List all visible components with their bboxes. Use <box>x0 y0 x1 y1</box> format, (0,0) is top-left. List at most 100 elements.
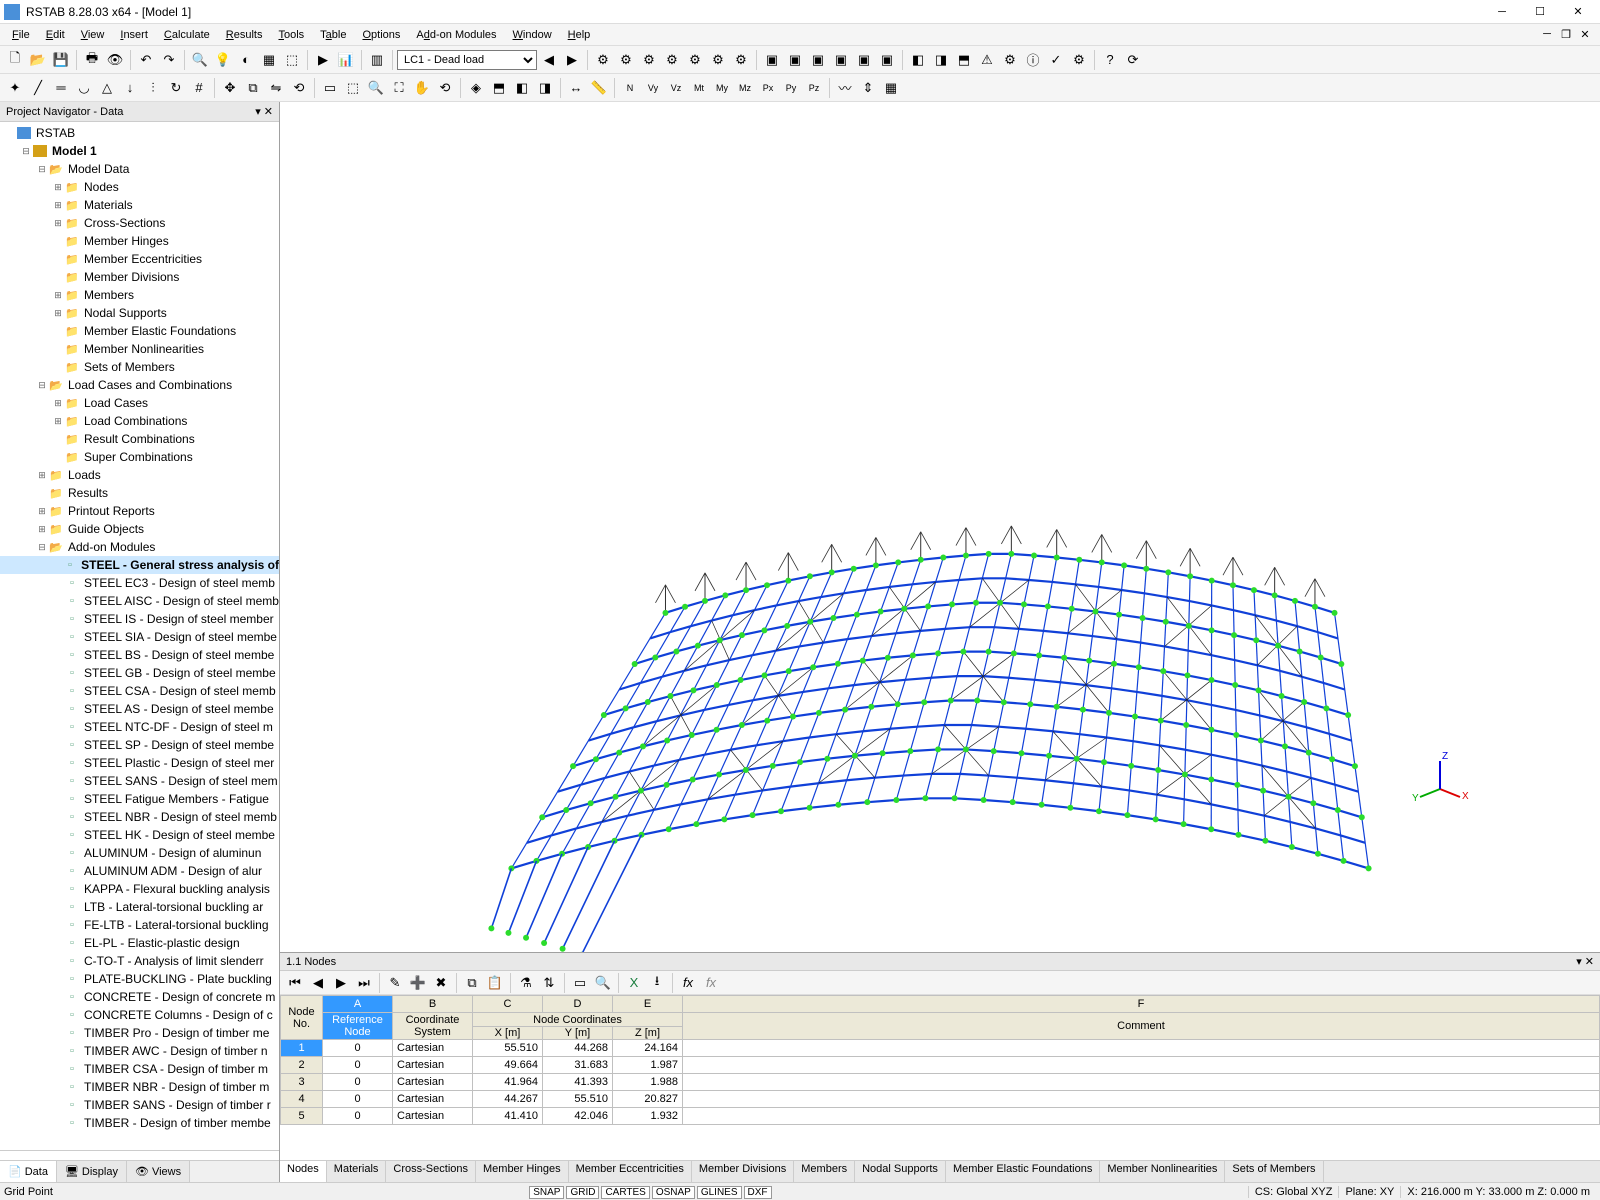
tool-a-icon[interactable]: ⚙ <box>592 49 614 71</box>
tree-addon-27[interactable]: ▫TIMBER AWC - Design of timber n <box>0 1042 279 1060</box>
deform-icon[interactable]: 〰 <box>834 77 856 99</box>
tree-lc-0[interactable]: ⊞📁Load Cases <box>0 394 279 412</box>
table-tab-nodal-supports[interactable]: Nodal Supports <box>855 1161 946 1182</box>
tree-lc-1[interactable]: ⊞📁Load Combinations <box>0 412 279 430</box>
table-tab-sets-of-members[interactable]: Sets of Members <box>1225 1161 1323 1182</box>
menu-table[interactable]: Table <box>312 27 354 43</box>
mirror-icon[interactable]: ⇋ <box>265 77 287 99</box>
module-a-icon[interactable]: ▣ <box>761 49 783 71</box>
tree-addon-28[interactable]: ▫TIMBER CSA - Design of timber m <box>0 1060 279 1078</box>
view-a-icon[interactable]: ◧ <box>907 49 929 71</box>
info-icon[interactable]: ⓘ <box>1022 49 1044 71</box>
table-paste-icon[interactable]: 📋 <box>484 972 506 994</box>
draw-moment-icon[interactable]: ↻ <box>165 77 187 99</box>
close-button[interactable]: ✕ <box>1560 2 1596 22</box>
table-nav-last-icon[interactable]: ⏭ <box>353 972 375 994</box>
print-preview-icon[interactable]: 👁 <box>104 49 126 71</box>
chart-icon[interactable]: 📊 <box>335 49 357 71</box>
navigator-close-icon[interactable]: ✕ <box>264 105 273 118</box>
tree-addon-9[interactable]: ▫STEEL NTC-DF - Design of steel m <box>0 718 279 736</box>
tool-b-icon[interactable]: ⚙ <box>615 49 637 71</box>
side-view-icon[interactable]: ◨ <box>534 77 556 99</box>
tree-addon-6[interactable]: ▫STEEL GB - Design of steel membe <box>0 664 279 682</box>
zoom-icon[interactable]: 🔍 <box>189 49 211 71</box>
dim-icon[interactable]: ↔ <box>565 77 587 99</box>
tree-addon-30[interactable]: ▫TIMBER SANS - Design of timber r <box>0 1096 279 1114</box>
measure-icon[interactable]: 📏 <box>588 77 610 99</box>
shade-icon[interactable]: ◐ <box>235 49 257 71</box>
tree-md-3[interactable]: 📁Member Hinges <box>0 232 279 250</box>
view-c-icon[interactable]: ⬒ <box>953 49 975 71</box>
calculate-icon[interactable]: ▶ <box>312 49 334 71</box>
draw-line-icon[interactable]: ╱ <box>27 77 49 99</box>
menu-addon-modules[interactable]: Add-on Modules <box>408 27 504 43</box>
nodes-table[interactable]: NodeNo. A B C D E F ReferenceNode Coordi… <box>280 995 1600 1125</box>
print-icon[interactable]: 🖶 <box>81 49 103 71</box>
tree-addon-25[interactable]: ▫CONCRETE Columns - Design of c <box>0 1006 279 1024</box>
copy-icon[interactable]: ⧉ <box>242 77 264 99</box>
table-row[interactable]: 10Cartesian55.51044.26824.164 <box>281 1040 1600 1057</box>
result-n-icon[interactable]: N <box>619 77 641 99</box>
tree-md-2[interactable]: ⊞📁Cross-Sections <box>0 214 279 232</box>
redo-icon[interactable]: ↷ <box>158 49 180 71</box>
navigator-tab-data[interactable]: 📄 Data <box>0 1161 57 1182</box>
new-file-icon[interactable]: 🗋 <box>4 49 26 71</box>
module-f-icon[interactable]: ▣ <box>876 49 898 71</box>
settings-icon[interactable]: ⚙ <box>1068 49 1090 71</box>
table-tab-cross-sections[interactable]: Cross-Sections <box>386 1161 476 1182</box>
tool-d-icon[interactable]: ⚙ <box>661 49 683 71</box>
table-excel-icon[interactable]: X <box>623 972 645 994</box>
tree-addon-5[interactable]: ▫STEEL BS - Design of steel membe <box>0 646 279 664</box>
table-tab-member-elastic-foundations[interactable]: Member Elastic Foundations <box>946 1161 1100 1182</box>
table-fx-icon[interactable]: fx <box>677 972 699 994</box>
tree-md-8[interactable]: 📁Member Elastic Foundations <box>0 322 279 340</box>
tree-addon-17[interactable]: ▫ALUMINUM ADM - Design of alur <box>0 862 279 880</box>
front-view-icon[interactable]: ◧ <box>511 77 533 99</box>
select-all-icon[interactable]: ⬚ <box>342 77 364 99</box>
tree-md-10[interactable]: 📁Sets of Members <box>0 358 279 376</box>
load-case-combo[interactable]: LC1 - Dead load <box>397 50 537 70</box>
move-icon[interactable]: ✥ <box>219 77 241 99</box>
tree-addon-19[interactable]: ▫LTB - Lateral-torsional buckling ar <box>0 898 279 916</box>
tree-addons[interactable]: ⊟📂Add-on Modules <box>0 538 279 556</box>
tool-c-icon[interactable]: ⚙ <box>638 49 660 71</box>
top-view-icon[interactable]: ⬒ <box>488 77 510 99</box>
tree-addon-13[interactable]: ▫STEEL Fatigue Members - Fatigue <box>0 790 279 808</box>
draw-arc-icon[interactable]: ◡ <box>73 77 95 99</box>
tree-addon-24[interactable]: ▫CONCRETE - Design of concrete m <box>0 988 279 1006</box>
menu-window[interactable]: Window <box>505 27 560 43</box>
navigator-tab-display[interactable]: 🖥 Display <box>57 1161 127 1182</box>
tree-addon-4[interactable]: ▫STEEL SIA - Design of steel membe <box>0 628 279 646</box>
result-mt-icon[interactable]: Mt <box>688 77 710 99</box>
zoom-fit-icon[interactable]: ⛶ <box>388 77 410 99</box>
tree-addon-22[interactable]: ▫C-TO-T - Analysis of limit slenderr <box>0 952 279 970</box>
navigator-tree[interactable]: RSTAB⊟Model 1⊟📂Model Data⊞📁Nodes⊞📁Materi… <box>0 122 279 1150</box>
draw-load-icon[interactable]: ↓ <box>119 77 141 99</box>
tree-addon-8[interactable]: ▫STEEL AS - Design of steel membe <box>0 700 279 718</box>
menu-help[interactable]: Help <box>560 27 599 43</box>
table-sort-icon[interactable]: ⇅ <box>538 972 560 994</box>
table-tab-member-eccentricities[interactable]: Member Eccentricities <box>569 1161 692 1182</box>
tree-addon-7[interactable]: ▫STEEL CSA - Design of steel memb <box>0 682 279 700</box>
menu-calculate[interactable]: Calculate <box>156 27 218 43</box>
pan-icon[interactable]: ✋ <box>411 77 433 99</box>
tree-addon-29[interactable]: ▫TIMBER NBR - Design of timber m <box>0 1078 279 1096</box>
zoom-window-icon[interactable]: 🔍 <box>365 77 387 99</box>
tree-model-data[interactable]: ⊟📂Model Data <box>0 160 279 178</box>
model-viewport[interactable]: X Y Z <box>280 102 1600 952</box>
mdi-close-icon[interactable]: ✕ <box>1576 28 1594 41</box>
table-tab-member-hinges[interactable]: Member Hinges <box>476 1161 569 1182</box>
tree-root[interactable]: RSTAB <box>0 124 279 142</box>
minimize-button[interactable]: ─ <box>1484 2 1520 22</box>
tree-md-6[interactable]: ⊞📁Members <box>0 286 279 304</box>
tree-md-5[interactable]: 📁Member Divisions <box>0 268 279 286</box>
status-toggle-snap[interactable]: SNAP <box>529 1186 564 1199</box>
orbit-icon[interactable]: ⟲ <box>434 77 456 99</box>
draw-dist-icon[interactable]: ⫶ <box>142 77 164 99</box>
tree-loads[interactable]: ⊞📁Loads <box>0 466 279 484</box>
iso-view-icon[interactable]: ◈ <box>465 77 487 99</box>
navigator-tab-views[interactable]: 👁 Views <box>127 1161 190 1182</box>
snap-node-icon[interactable]: ✦ <box>4 77 26 99</box>
table-tab-member-nonlinearities[interactable]: Member Nonlinearities <box>1100 1161 1225 1182</box>
table-tab-nodes[interactable]: Nodes <box>280 1161 327 1182</box>
